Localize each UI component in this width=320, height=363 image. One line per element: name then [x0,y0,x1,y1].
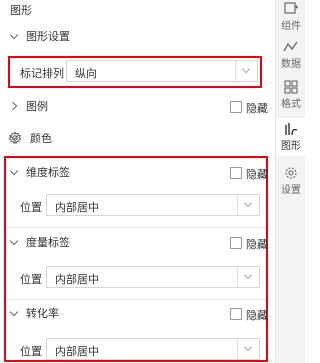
section-shape-settings[interactable]: 图形设置 [8,28,70,44]
labels-highlight [4,156,268,362]
section-label: 图形设置 [26,30,70,43]
section-label: 维度标签 [26,166,70,179]
chevron-down-icon [8,30,20,42]
rail-item-component[interactable]: 组件 [276,2,306,32]
gear-icon [285,167,297,179]
divider [6,227,266,228]
chevron-right-icon [8,100,20,112]
rail-item-data[interactable]: 数据 [276,40,306,70]
dimension-hide-checkbox[interactable] [230,167,242,179]
conversion-hide-label: 隐藏 [246,309,268,322]
dimension-hide-label: 隐藏 [246,168,268,181]
conversion-position-select[interactable]: 内部居中 [46,338,260,360]
conversion-position-label: 位置 [20,345,42,358]
rail-label: 组件 [281,21,301,32]
select-value: 纵向 [75,67,97,80]
section-dimension-label[interactable]: 维度标签 [8,164,70,180]
dimension-position-select[interactable]: 内部居中 [46,194,260,216]
section-color[interactable]: 颜色 [8,130,52,146]
right-rail: 组件 数据 格式 图形 设置 [275,0,306,363]
measure-position-label: 位置 [20,273,42,286]
rail-label: 数据 [281,59,301,70]
section-label: 颜色 [30,132,52,145]
section-conversion-rate[interactable]: 转化率 [8,305,59,321]
chevron-down-icon [8,307,20,319]
rail-item-shape[interactable]: 图形 [276,118,306,156]
section-label: 度量标签 [26,236,70,249]
format-icon [284,80,298,94]
legend-hide-label: 隐藏 [246,102,268,115]
measure-position-select[interactable]: 内部居中 [46,266,260,288]
shape-panel: 图形 图形设置 标记排列 纵向 图例 隐藏 颜色 维度标签 隐藏 位置 内部居中 [0,0,275,363]
section-label: 转化率 [26,307,59,320]
section-measure-label[interactable]: 度量标签 [8,234,70,250]
legend-hide-checkbox[interactable] [230,101,242,113]
section-legend[interactable]: 图例 [8,98,48,114]
select-value: 内部居中 [55,273,99,286]
chevron-down-icon [8,166,20,178]
panel-title: 图形 [10,4,32,17]
conversion-hide-checkbox[interactable] [230,308,242,320]
section-label: 图例 [26,100,48,113]
chevron-down-icon [237,195,259,215]
divider [6,299,266,300]
rail-item-format[interactable]: 格式 [276,80,306,110]
data-icon [283,41,298,52]
chevron-down-icon [237,267,259,287]
chevron-down-icon [235,61,257,81]
rail-label: 图形 [281,141,301,152]
gear-icon [8,131,22,145]
rail-label: 设置 [281,185,301,196]
select-value: 内部居中 [55,345,99,358]
measure-hide-checkbox[interactable] [230,237,242,249]
component-icon [284,2,298,14]
select-value: 内部居中 [55,201,99,214]
rail-label: 格式 [281,99,301,110]
chevron-down-icon [8,236,20,248]
marker-arrangement-select[interactable]: 纵向 [66,60,258,82]
rail-item-settings[interactable]: 设置 [276,166,306,196]
dimension-position-label: 位置 [20,201,42,214]
shape-icon [285,123,298,136]
measure-hide-label: 隐藏 [246,238,268,251]
marker-arrangement-label: 标记排列 [20,67,64,80]
chevron-down-icon [237,339,259,359]
